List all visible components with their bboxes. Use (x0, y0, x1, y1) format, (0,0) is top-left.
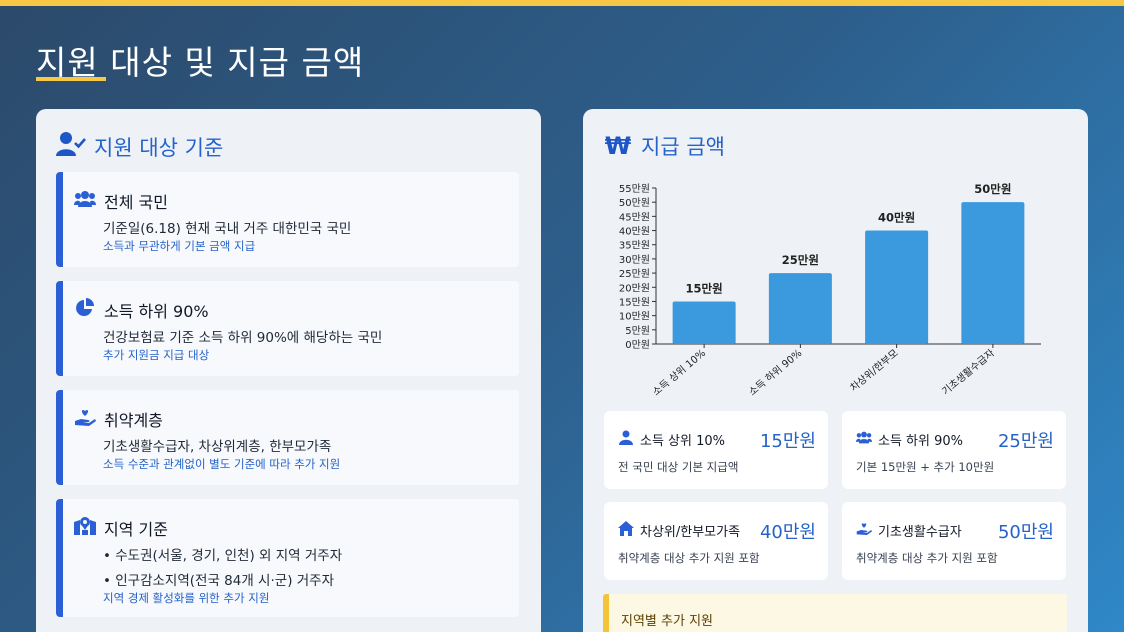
x-tick-label: 기초생활수급자 (939, 346, 997, 397)
bar-data-label: 15만원 (686, 281, 723, 295)
title-underline (36, 77, 106, 81)
won-sign-icon: ₩ (604, 132, 632, 160)
criteria-card-vulnerable: 취약계층 기초생활수급자, 차상위계층, 한부모가족 소득 수준과 관계없이 별… (56, 390, 519, 485)
amount-label: 소득 하위 90% (878, 434, 963, 449)
criteria-line: • 수도권(서울, 경기, 인천) 외 지역 거주자 (103, 548, 343, 564)
payment-panel: ₩ 지급 금액 0만원 5만원 10만원 15만원 20만원 25만원 30만원 35만원 40… (583, 109, 1088, 632)
users-icon (856, 430, 872, 449)
criteria-note: 지역 경제 활성화를 위한 추가 지원 (103, 591, 270, 605)
amount-value: 40만원 (759, 522, 816, 543)
y-tick-label: 10만원 (619, 311, 650, 323)
amount-desc: 취약계층 대상 추가 지원 포함 (618, 551, 760, 565)
payment-panel-title: 지급 금액 (641, 135, 725, 159)
x-tick-label: 소득 상위 10% (650, 346, 708, 398)
user-icon (618, 430, 634, 449)
payment-panel-header: ₩ 지급 금액 (603, 131, 725, 161)
y-tick-label: 15만원 (619, 296, 650, 308)
eligibility-panel-header: 지원 대상 기준 (56, 131, 223, 162)
amount-card-top10: 소득 상위 10% 15만원 전 국민 대상 기본 지급액 (604, 411, 828, 489)
y-tick-label: 50만원 (619, 197, 650, 209)
bar-data-label: 25만원 (782, 253, 819, 267)
y-tick-label: 40만원 (619, 226, 650, 238)
criteria-title: 전체 국민 (104, 193, 168, 212)
eligibility-panel-title: 지원 대상 기준 (94, 135, 224, 160)
regional-support-title: 지역별 추가 지원 (621, 614, 713, 629)
hand-holding-heart-icon (74, 407, 96, 431)
criteria-note: 소득과 무관하게 기본 금액 지급 (103, 239, 256, 253)
y-tick-label: 25만원 (619, 268, 650, 280)
amount-label: 소득 상위 10% (640, 434, 725, 449)
y-tick-label: 55만원 (619, 183, 650, 195)
bar (768, 273, 832, 344)
bar (865, 230, 929, 344)
criteria-title: 소득 하위 90% (104, 302, 209, 321)
bar (672, 301, 736, 344)
criteria-note: 소득 수준과 관계없이 별도 기준에 따라 추가 지원 (103, 457, 341, 471)
criteria-line: 건강보험료 기준 소득 하위 90%에 해당하는 국민 (103, 330, 383, 346)
bar-data-label: 40만원 (878, 211, 915, 225)
bar-data-label: 50만원 (974, 182, 1011, 196)
top-accent-bar (0, 0, 1124, 6)
criteria-line: • 인구감소지역(전국 84개 시·군) 거주자 (103, 573, 335, 589)
amount-card-bottom90: 소득 하위 90% 25만원 기본 15만원 + 추가 10만원 (842, 411, 1066, 489)
criteria-title: 지역 기준 (104, 520, 168, 539)
eligibility-panel: 지원 대상 기준 전체 국민 기준일(6.18) 현재 국내 거주 대한민국 국… (36, 109, 541, 632)
amount-desc: 전 국민 대상 기본 지급액 (618, 460, 739, 474)
chart-svg: 0만원 5만원 10만원 15만원 20만원 25만원 30만원 35만원 40만원 45만원 50… (619, 182, 1041, 398)
map-location-icon (74, 516, 96, 540)
amount-label: 차상위/한부모가족 (640, 525, 741, 540)
users-icon (74, 189, 96, 213)
amount-card-near-poverty: 차상위/한부모가족 40만원 취약계층 대상 추가 지원 포함 (604, 502, 828, 580)
x-tick-label: 차상위/한부모 (847, 346, 900, 394)
amount-value: 25만원 (997, 431, 1054, 452)
criteria-note: 추가 지원금 지급 대상 (103, 348, 210, 362)
criteria-line: 기준일(6.18) 현재 국내 거주 대한민국 국민 (103, 221, 352, 237)
y-tick-label: 20만원 (619, 282, 650, 294)
amount-desc: 취약계층 대상 추가 지원 포함 (856, 551, 998, 565)
x-tick-label: 소득 하위 90% (746, 346, 804, 398)
criteria-title: 취약계층 (104, 411, 163, 430)
bar (961, 202, 1025, 344)
criteria-line: 기초생활수급자, 차상위계층, 한부모가족 (103, 439, 332, 455)
hand-holding-heart-icon (856, 521, 872, 540)
amount-value: 15만원 (759, 431, 816, 452)
criteria-card-region: 지역 기준 • 수도권(서울, 경기, 인천) 외 지역 거주자 • 인구감소지… (56, 499, 519, 617)
y-tick-label: 30만원 (619, 254, 650, 266)
y-tick-label: 0만원 (625, 339, 650, 351)
y-tick-label: 35만원 (619, 240, 650, 252)
regional-support-box: 지역별 추가 지원 (603, 594, 1067, 632)
criteria-card-all-citizens: 전체 국민 기준일(6.18) 현재 국내 거주 대한민국 국민 소득과 무관하… (56, 172, 519, 267)
pie-chart-icon (74, 298, 96, 322)
amount-label: 기초생활수급자 (878, 525, 962, 540)
criteria-card-income-bottom-90: 소득 하위 90% 건강보험료 기준 소득 하위 90%에 해당하는 국민 추가… (56, 281, 519, 376)
y-tick-label: 45만원 (619, 211, 650, 223)
y-tick-label: 5만원 (625, 325, 650, 337)
amount-desc: 기본 15만원 + 추가 10만원 (856, 460, 995, 474)
amount-card-basic-livelihood: 기초생활수급자 50만원 취약계층 대상 추가 지원 포함 (842, 502, 1066, 580)
payment-bar-chart: 0만원 5만원 10만원 15만원 20만원 25만원 30만원 35만원 40만원 45만원 50… (597, 179, 1077, 404)
user-check-icon (56, 131, 86, 162)
home-icon (618, 521, 634, 540)
amount-value: 50만원 (997, 522, 1054, 543)
